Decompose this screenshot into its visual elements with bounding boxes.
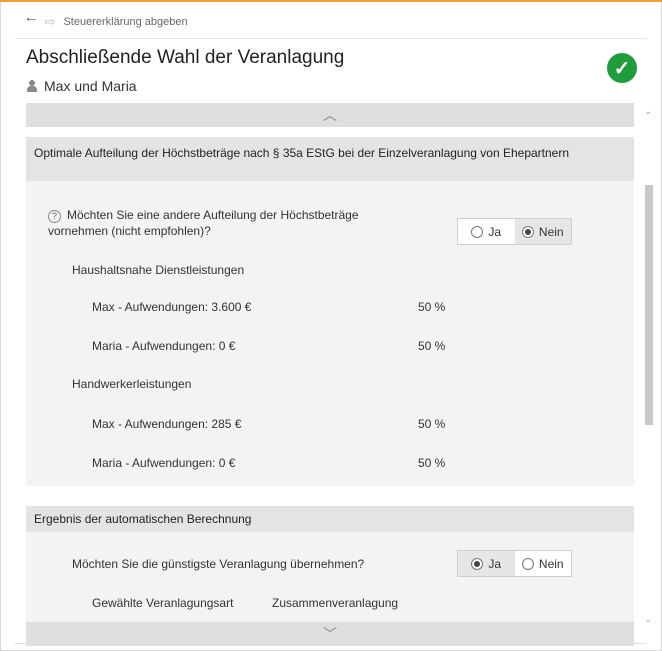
group-label-craftsman: Handwerkerleistungen (72, 377, 192, 391)
radio-result-nein-label: Nein (538, 556, 564, 571)
question-split: ? Möchten Sie eine andere Aufteilung der … (48, 207, 393, 239)
row-value: 50 % (418, 417, 446, 431)
section-header-result: Ergebnis der automatischen Berechnung (26, 506, 634, 532)
breadcrumb[interactable]: Steuererklärung abgeben (63, 16, 187, 28)
row-value: 50 % (418, 456, 446, 470)
radio-group-result: Ja Nein (457, 550, 572, 577)
result-value: Zusammenveranlagung (272, 596, 399, 610)
radio-off-icon (471, 225, 484, 238)
scrollbar[interactable]: ⌃ ⌄ (642, 103, 656, 625)
chevron-down-icon: ﹀ (323, 626, 337, 642)
scroll-arrow-down-icon[interactable]: ⌄ (644, 614, 652, 625)
navigation-bar: 🠀 ⇨ Steuererklärung abgeben (26, 12, 188, 32)
chevron-up-icon: ︿ (323, 107, 337, 123)
radio-on-icon (521, 225, 534, 238)
person-line: Max und Maria (26, 78, 137, 94)
radio-split-ja-label: Ja (488, 224, 502, 239)
arrow-left-icon[interactable]: 🠀 (26, 11, 37, 33)
row-label: Max - Aufwendungen: 3.600 € (92, 300, 252, 314)
radio-split-nein-label: Nein (538, 224, 564, 239)
radio-split-ja[interactable]: Ja (458, 219, 515, 244)
person-name: Max und Maria (44, 78, 137, 94)
row-value: 50 % (418, 339, 446, 353)
accent-line (0, 0, 662, 2)
radio-group-split: Ja Nein (457, 218, 572, 245)
radio-on-icon (471, 557, 484, 570)
person-icon (26, 79, 38, 93)
radio-off-icon (521, 557, 534, 570)
question-split-text: Möchten Sie eine andere Aufteilung der H… (48, 208, 359, 238)
arrow-right-icon[interactable]: ⇨ (45, 14, 56, 30)
row-label: Maria - Aufwendungen: 0 € (92, 456, 236, 470)
row-label: Max - Aufwendungen: 285 € (92, 417, 242, 431)
group-label-household: Haushaltsnahe Dienstleistungen (72, 263, 245, 277)
question-result: Möchten Sie die günstigste Veranlagung ü… (72, 557, 365, 571)
divider (15, 38, 647, 39)
radio-result-ja-label: Ja (488, 556, 502, 571)
radio-split-nein[interactable]: Nein (514, 219, 571, 244)
scroll-arrow-up-icon[interactable]: ⌃ (644, 111, 652, 122)
row-value: 50 % (418, 300, 446, 314)
check-circle-icon: ✓ (607, 53, 637, 83)
scroll-up-button[interactable]: ︿ (26, 103, 634, 127)
page-title: Abschließende Wahl der Veranlagung (26, 47, 345, 68)
help-icon[interactable]: ? (48, 209, 61, 223)
row-label: Maria - Aufwendungen: 0 € (92, 339, 236, 353)
radio-result-nein[interactable]: Nein (515, 551, 572, 576)
radio-result-ja[interactable]: Ja (458, 551, 515, 576)
result-label: Gewählte Veranlagungsart (92, 596, 234, 610)
section-header-optimal-split: Optimale Aufteilung der Höchstbeträge na… (26, 137, 634, 181)
scrollbar-thumb[interactable] (645, 185, 653, 425)
divider (15, 643, 647, 644)
